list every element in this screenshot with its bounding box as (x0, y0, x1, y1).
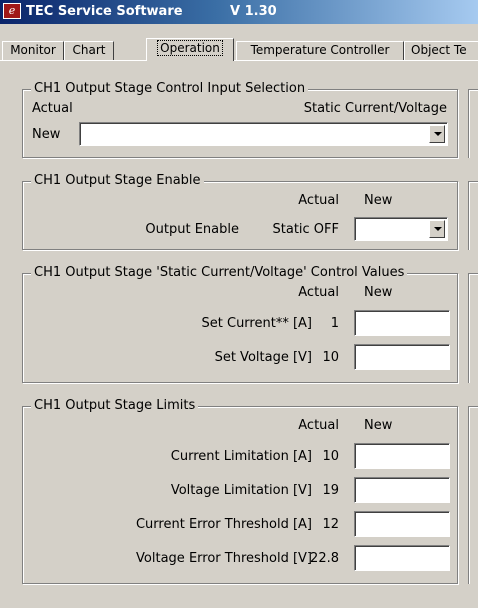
voltage-limitation-label: Voltage Limitation [V] (170, 483, 312, 498)
control-input-selection-group: CH1 Output Stage Control Input Selection… (22, 81, 458, 158)
current-limitation-input[interactable] (354, 443, 450, 469)
group-title: CH1 Output Stage Limits (31, 398, 199, 413)
col-actual-header: Actual (298, 418, 339, 433)
new-label: New (32, 127, 61, 142)
current-error-threshold-label: Current Error Threshold [A] (135, 517, 312, 532)
col-new-header: New (364, 193, 393, 208)
col-new-header: New (364, 285, 393, 300)
control-values-group: CH1 Output Stage 'Static Current/Voltage… (22, 265, 458, 383)
col-new-header: New (364, 418, 393, 433)
right-panel-edge (468, 406, 478, 584)
control-input-dropdown[interactable] (79, 122, 448, 146)
current-error-threshold-input[interactable] (354, 511, 450, 537)
set-current-input[interactable] (354, 310, 450, 336)
output-enable-dropdown[interactable] (354, 217, 448, 241)
voltage-error-threshold-input[interactable] (354, 545, 450, 571)
set-voltage-label: Set Voltage [V] (214, 350, 312, 365)
output-stage-limits-group: CH1 Output Stage Limits Actual New Curre… (22, 398, 458, 584)
tab-chart[interactable]: Chart (64, 41, 114, 60)
window-title: TEC Service Software (26, 4, 183, 19)
set-current-label: Set Current** [A] (201, 316, 312, 331)
title-bar: e TEC Service Software V 1.30 (0, 0, 478, 24)
col-actual-header: Actual (298, 193, 339, 208)
voltage-limitation-input[interactable] (354, 477, 450, 503)
right-panel-edge (468, 181, 478, 250)
set-current-actual: 1 (330, 316, 339, 331)
tab-operation[interactable]: Operation (146, 38, 234, 61)
tab-monitor[interactable]: Monitor (2, 41, 64, 60)
tab-panel-border (0, 60, 478, 61)
current-limitation-actual: 10 (322, 449, 339, 464)
current-limitation-label: Current Limitation [A] (170, 449, 312, 464)
output-enable-label: Output Enable (145, 222, 239, 237)
tab-bar: Monitor Chart Operation Temperature Cont… (0, 36, 478, 61)
chevron-down-icon[interactable] (429, 125, 445, 143)
output-enable-actual: Static OFF (272, 222, 340, 237)
version-label: V 1.30 (230, 4, 277, 19)
voltage-error-threshold-label: Voltage Error Threshold [V] (136, 551, 312, 566)
group-title: CH1 Output Stage Enable (31, 173, 204, 188)
voltage-limitation-actual: 19 (322, 483, 339, 498)
tab-object-temperature[interactable]: Object Te (404, 41, 478, 60)
set-voltage-actual: 10 (322, 350, 339, 365)
actual-value: Static Current/Voltage (303, 101, 447, 116)
output-stage-enable-group: CH1 Output Stage Enable Actual New Outpu… (22, 173, 458, 250)
tab-temperature-controller[interactable]: Temperature Controller (236, 41, 404, 60)
right-panel-edge (468, 273, 478, 383)
group-title: CH1 Output Stage Control Input Selection (31, 81, 309, 96)
right-panel-edge (468, 89, 478, 158)
current-error-threshold-actual: 12 (322, 517, 339, 532)
set-voltage-input[interactable] (354, 344, 450, 370)
chevron-down-icon[interactable] (429, 220, 445, 238)
actual-label: Actual (32, 101, 73, 116)
voltage-error-threshold-actual: 22.8 (310, 551, 339, 566)
group-title: CH1 Output Stage 'Static Current/Voltage… (31, 265, 408, 280)
app-logo-icon: e (3, 3, 21, 19)
col-actual-header: Actual (298, 285, 339, 300)
